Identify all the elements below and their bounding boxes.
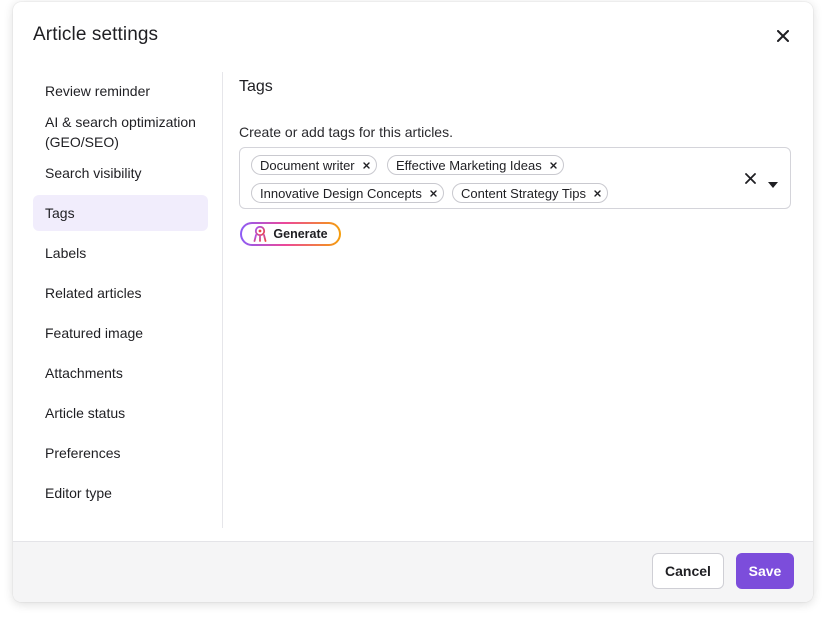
sidebar-item-ai-search-optimization[interactable]: AI & search optimization (GEO/SEO) — [33, 110, 208, 154]
dialog-footer: Cancel Save — [13, 541, 813, 602]
generate-button[interactable]: Generate — [240, 222, 341, 246]
close-icon — [745, 173, 756, 184]
tag-chip: Innovative Design Concepts — [251, 183, 444, 203]
close-icon — [430, 189, 437, 197]
sidebar-item-editor-type[interactable]: Editor type — [33, 473, 208, 513]
remove-tag-button[interactable] — [362, 161, 370, 169]
sidebar-item-featured-image[interactable]: Featured image — [33, 313, 208, 353]
remove-tag-button[interactable] — [550, 161, 557, 169]
clear-all-button[interactable] — [745, 171, 756, 189]
sidebar-item-review-reminder[interactable]: Review reminder — [33, 72, 208, 110]
dropdown-toggle[interactable] — [768, 175, 778, 193]
sidebar-item-label: Tags — [45, 205, 75, 221]
dialog-title: Article settings — [33, 24, 159, 45]
remove-tag-button[interactable] — [594, 189, 601, 197]
tag-label: Innovative Design Concepts — [260, 185, 422, 201]
sidebar-item-article-status[interactable]: Article status — [33, 393, 208, 433]
tag-chip: Document writer — [251, 155, 377, 175]
cancel-button[interactable]: Cancel — [652, 553, 724, 589]
save-button[interactable]: Save — [736, 553, 794, 589]
sidebar-item-label: Attachments — [45, 365, 123, 381]
ai-assistant-icon — [253, 226, 267, 242]
sidebar-item-tags[interactable]: Tags — [33, 195, 208, 231]
close-icon — [550, 161, 557, 169]
tag-label: Content Strategy Tips — [461, 185, 587, 201]
section-title: Tags — [239, 78, 273, 95]
close-icon — [362, 161, 370, 169]
sidebar-item-preferences[interactable]: Preferences — [33, 433, 208, 473]
sidebar-item-labels[interactable]: Labels — [33, 233, 208, 273]
tag-chip: Effective Marketing Ideas — [387, 155, 564, 175]
remove-tag-button[interactable] — [430, 189, 437, 197]
sidebar-item-label: Search visibility — [45, 165, 142, 181]
sidebar-item-label: Related articles — [45, 285, 142, 301]
sidebar-item-label: Labels — [45, 245, 87, 261]
close-button[interactable] — [773, 26, 793, 46]
tag-chip: Content Strategy Tips — [452, 183, 609, 203]
sidebar-item-attachments[interactable]: Attachments — [33, 353, 208, 393]
tags-select[interactable]: Document writer Effective Marketing Idea… — [239, 147, 791, 209]
sidebar-divider — [222, 72, 223, 528]
sidebar-item-label: Preferences — [45, 445, 121, 461]
sidebar-item-label: AI & search optimization (GEO/SEO) — [45, 114, 196, 150]
sidebar-item-label: Editor type — [45, 485, 112, 501]
sidebar-item-label: Review reminder — [45, 83, 151, 99]
generate-label: Generate — [273, 227, 328, 241]
sidebar-item-label: Article status — [45, 405, 126, 421]
article-settings-dialog: Article settings Review reminder AI & se… — [13, 2, 813, 602]
close-icon — [594, 189, 601, 197]
help-text: Create or add tags for this articles. — [239, 124, 453, 140]
tag-label: Document writer — [260, 157, 355, 173]
tags-panel: Tags Create or add tags for this article… — [239, 74, 793, 246]
close-icon — [777, 30, 789, 42]
sidebar-item-related-articles[interactable]: Related articles — [33, 273, 208, 313]
sidebar-item-label: Featured image — [45, 325, 144, 341]
settings-sidebar: Review reminder AI & search optimization… — [33, 72, 208, 513]
sidebar-item-search-visibility[interactable]: Search visibility — [33, 155, 208, 191]
caret-down-icon — [768, 182, 778, 188]
tag-label: Effective Marketing Ideas — [396, 157, 542, 173]
